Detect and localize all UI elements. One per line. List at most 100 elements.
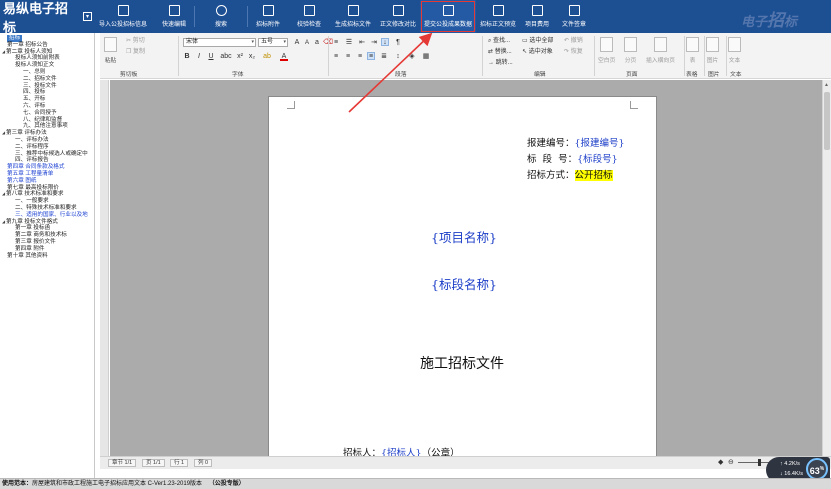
tenderer-field[interactable]: {招标人} (381, 448, 422, 456)
outline-tree-item[interactable]: 第四章 附件 (2, 246, 94, 253)
outline-tree-item[interactable]: 七、合同授予 (2, 110, 94, 117)
sort-icon[interactable]: ↓ (381, 38, 389, 46)
line-spacing-icon[interactable]: ↕ (394, 53, 402, 61)
outline-tree-item[interactable]: 一、总则 (2, 69, 94, 76)
superscript-icon[interactable]: x² (236, 53, 244, 61)
outline-tree-item[interactable]: 第三章 报价文件 (2, 239, 94, 246)
font-shrink-icon[interactable]: A (303, 39, 311, 47)
section-name-field[interactable]: {标段名称} (431, 274, 497, 293)
toolbar-sign-button[interactable]: 文件签章 (554, 0, 594, 33)
select-object-label: 选中对象 (528, 49, 553, 55)
outline-tree-item[interactable]: 三、适用的国家、行业以及地 (2, 212, 94, 219)
font-family-select[interactable]: 宋体 (183, 38, 256, 47)
bold-icon[interactable]: B (183, 53, 191, 61)
image-button[interactable]: 图片 (706, 37, 719, 64)
align-center-icon[interactable]: ≡ (344, 53, 352, 61)
logo-dropdown-icon[interactable]: ▾ (83, 12, 92, 21)
report-number-line: 报建编号：{报建编号} (527, 135, 625, 149)
status-page: 页 1/1 (142, 459, 165, 467)
zoom-slider-handle[interactable] (758, 459, 761, 466)
justify-icon[interactable]: ≡ (367, 52, 375, 60)
shading-icon[interactable]: ◈ (408, 53, 416, 61)
toolbar-attachment-button[interactable]: 招标附件 (248, 0, 288, 33)
align-right-icon[interactable]: ≡ (356, 53, 364, 61)
italic-icon[interactable]: I (195, 53, 203, 61)
cut-button[interactable]: ✂ 剪切 (126, 35, 145, 44)
project-name-field[interactable]: {项目名称} (431, 227, 497, 246)
toolbar-quick-edit-button[interactable]: 快速编辑 (154, 0, 194, 33)
outline-tree-item[interactable]: 第二章 商务和技术标 (2, 232, 94, 239)
change-case-icon[interactable]: a (313, 39, 321, 47)
distributed-icon[interactable]: ≣ (380, 53, 388, 61)
outline-tree-item[interactable]: 第五章 工程量清单 (2, 171, 94, 178)
font-grow-icon[interactable]: A (293, 39, 301, 47)
select-all-button[interactable]: ▭ 选中全部 (522, 35, 553, 44)
scroll-up-icon[interactable]: ▲ (824, 82, 829, 88)
ribbon-divider (704, 36, 705, 76)
blank-page-button[interactable]: 空白页 (598, 37, 615, 64)
toolbar-fee-button[interactable]: 项目费用 (520, 0, 554, 33)
outline-tree-item[interactable]: 第十章 其他资料 (2, 253, 94, 260)
outline-tree-item[interactable]: 五、开标 (2, 96, 94, 103)
replace-button[interactable]: ⇄ 替换... (488, 46, 512, 55)
clear-format-icon[interactable]: ⌫ (323, 39, 333, 47)
outline-tree-label: 第五章 工程量清单 (7, 170, 54, 177)
outline-tree-item[interactable]: 六、评标 (2, 103, 94, 110)
redo-button[interactable]: ↷ 恢复 (564, 46, 583, 55)
underline-icon[interactable]: U (207, 53, 215, 61)
tender-method-value[interactable]: 公开招标 (574, 170, 613, 181)
toolbar-compare-button[interactable]: 正文修改对比 (376, 0, 420, 33)
insert-landscape-button[interactable]: 插入横向页 (646, 37, 675, 64)
toolbar-submit-button[interactable]: 提交公投成果数据 (420, 0, 476, 33)
report-number-field[interactable]: {报建编号} (575, 138, 625, 149)
vertical-scrollbar[interactable]: ▲ (822, 80, 831, 456)
outline-tree-item[interactable]: 二、评标程序 (2, 144, 94, 151)
paste-button[interactable]: 粘贴 (104, 37, 117, 64)
decrease-indent-icon[interactable]: ⇤ (358, 39, 366, 47)
table-button[interactable]: 表 (686, 37, 699, 64)
fit-page-icon[interactable]: ◆ (718, 458, 723, 466)
outline-tree-item[interactable]: 投标人须知正文 (2, 62, 94, 69)
outline-tree-item[interactable]: ◢第三章 评标办法 (2, 130, 94, 137)
outline-tree-item[interactable]: 二、特殊技术标准和要求 (2, 205, 94, 212)
toolbar-search-button[interactable]: 搜索 (195, 0, 247, 33)
font-size-select[interactable]: 五号 (258, 38, 288, 47)
outline-tree-item[interactable]: 第一章 招标公告 (2, 42, 94, 49)
zoom-out-icon[interactable]: ⊖ (728, 458, 734, 466)
section-number-field[interactable]: {标段号} (577, 154, 618, 165)
toolbar-import-button[interactable]: 导入公投招标信息 (92, 0, 154, 33)
font-color-icon[interactable]: A (280, 53, 288, 61)
borders-icon[interactable]: ▦ (422, 53, 430, 61)
undo-button[interactable]: ↶ 撤销 (564, 35, 583, 44)
outline-tree-item[interactable]: 三、投标文件 (2, 83, 94, 90)
find-button[interactable]: ⌕ 查找... (488, 35, 510, 45)
show-marks-icon[interactable]: ¶ (394, 39, 402, 47)
outline-tree-item[interactable]: 招标 (2, 35, 94, 42)
toolbar-preview-button[interactable]: 招标正文预览 (476, 0, 520, 33)
jump-button[interactable]: → 跳转... (488, 57, 513, 66)
highlight-icon[interactable]: ab (263, 53, 271, 61)
increase-indent-icon[interactable]: ⇥ (370, 39, 378, 47)
numbering-icon[interactable]: ☰ (345, 39, 353, 47)
strikethrough-icon[interactable]: abc (219, 53, 233, 61)
page-break-button[interactable]: 分页 (624, 37, 637, 64)
select-object-button[interactable]: ↖ 选中对象 (522, 46, 553, 55)
toolbar-generate-button[interactable]: 生成招标文件 (330, 0, 376, 33)
copy-button[interactable]: ❐ 复制 (126, 46, 145, 55)
attachment-icon (262, 5, 274, 16)
document-canvas[interactable]: 报建编号：{报建编号} 标 段 号：{标段号} 招标方式：公开招标 {项目名称}… (110, 80, 822, 456)
text-button[interactable]: 文本 (728, 37, 741, 64)
outline-tree-item[interactable]: 四、投标 (2, 89, 94, 96)
subscript-icon[interactable]: x₂ (248, 53, 256, 61)
outline-tree-item[interactable]: 一、一般要求 (2, 198, 94, 205)
document-page[interactable]: 报建编号：{报建编号} 标 段 号：{标段号} 招标方式：公开招标 {项目名称}… (268, 96, 657, 456)
outline-tree-item[interactable]: 一、评标办法 (2, 137, 94, 144)
toolbar-check-button[interactable]: 校验检查 (288, 0, 330, 33)
outline-tree-item[interactable]: 二、招标文件 (2, 76, 94, 83)
outline-tree-item[interactable]: 第四章 合同条款及格式 (2, 164, 94, 171)
toolbar-label: 文件签章 (561, 22, 586, 28)
bullets-icon[interactable]: ≡ (332, 39, 340, 47)
align-left-icon[interactable]: ≡ (332, 53, 340, 61)
outline-tree-item[interactable]: 第六章 图纸 (2, 178, 94, 185)
scrollbar-thumb[interactable] (824, 92, 830, 150)
